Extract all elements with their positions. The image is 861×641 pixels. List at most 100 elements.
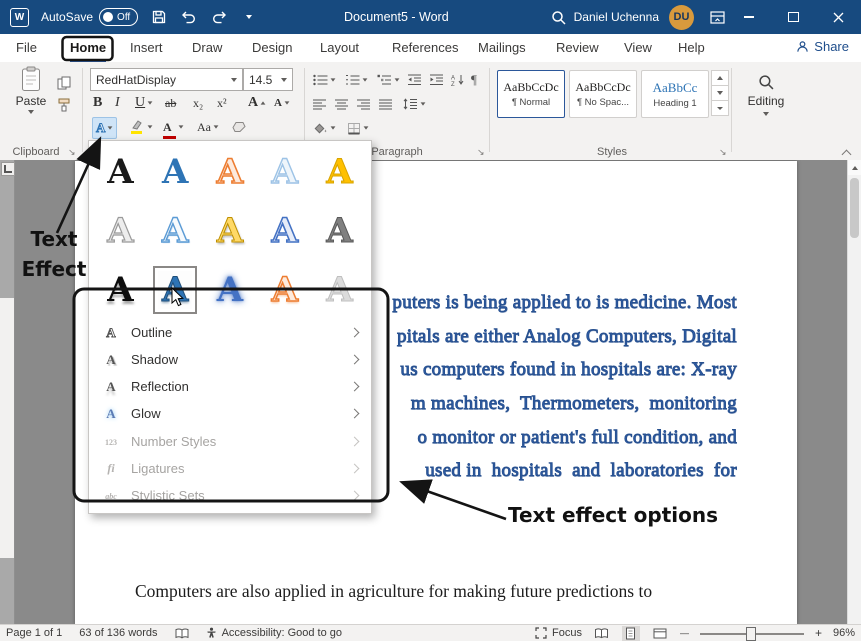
- quick-access-chevron-icon[interactable]: [240, 8, 258, 26]
- tab-review[interactable]: Review: [556, 40, 599, 55]
- share-button[interactable]: Share: [796, 39, 849, 54]
- autosave-toggle[interactable]: AutoSave Off: [41, 8, 138, 26]
- save-icon[interactable]: [150, 8, 168, 26]
- text-effect-option[interactable]: A: [93, 202, 148, 261]
- subscript-button[interactable]: x₂: [190, 93, 206, 113]
- zoom-in-button[interactable]: [815, 626, 822, 640]
- copy-icon[interactable]: [54, 74, 74, 92]
- proofing-icon[interactable]: [175, 628, 189, 639]
- paste-button[interactable]: Paste: [8, 66, 54, 142]
- tab-insert[interactable]: Insert: [130, 40, 163, 55]
- text-effect-option[interactable]: A: [312, 143, 367, 202]
- menu-item-shadow[interactable]: Shadow: [89, 346, 371, 373]
- shrink-font-button[interactable]: A: [271, 93, 293, 113]
- accessibility-status[interactable]: Accessibility: Good to go: [206, 627, 342, 639]
- tab-draw[interactable]: Draw: [192, 40, 222, 55]
- redo-icon[interactable]: [210, 8, 228, 26]
- tab-design[interactable]: Design: [252, 40, 292, 55]
- tab-mailings[interactable]: Mailings: [478, 40, 526, 55]
- zoom-percentage[interactable]: 96%: [833, 627, 855, 639]
- text-effect-option[interactable]: A: [203, 202, 258, 261]
- strikethrough-button[interactable]: ab: [162, 93, 179, 113]
- change-case-button[interactable]: Aa: [194, 117, 222, 137]
- underline-button[interactable]: U: [132, 93, 156, 113]
- page-indicator[interactable]: Page 1 of 1: [6, 627, 62, 639]
- text-effect-option-selected[interactable]: A: [148, 260, 203, 319]
- vertical-scrollbar[interactable]: [847, 160, 861, 625]
- tab-home[interactable]: Home: [70, 40, 106, 62]
- increase-indent-button[interactable]: [426, 70, 447, 90]
- zoom-slider[interactable]: [700, 626, 804, 640]
- styles-gallery-more-icon[interactable]: [711, 100, 729, 116]
- bullets-button[interactable]: [310, 70, 339, 90]
- word-count[interactable]: 63 of 136 words: [79, 627, 157, 639]
- undo-icon[interactable]: [180, 8, 198, 26]
- read-mode-icon[interactable]: [593, 626, 611, 641]
- maximize-button[interactable]: [771, 0, 816, 34]
- align-right-button[interactable]: [354, 94, 374, 114]
- align-center-button[interactable]: [332, 94, 352, 114]
- editing-button[interactable]: Editing: [740, 70, 792, 140]
- scroll-up-icon[interactable]: [848, 160, 861, 175]
- font-size-select[interactable]: 14.5: [243, 68, 293, 91]
- style-no-spacing[interactable]: AaBbCcDc ¶ No Spac...: [569, 70, 637, 118]
- superscript-button[interactable]: x²: [214, 93, 230, 113]
- avatar[interactable]: DU: [669, 5, 694, 30]
- sort-button[interactable]: AZ: [448, 70, 468, 90]
- style-heading-1[interactable]: AaBbCc Heading 1: [641, 70, 709, 118]
- justify-button[interactable]: [376, 94, 396, 114]
- borders-button[interactable]: [344, 118, 372, 138]
- style-normal[interactable]: AaBbCcDc ¶ Normal: [497, 70, 565, 118]
- scrollbar-thum b[interactable]: [850, 178, 859, 238]
- user-name[interactable]: Daniel Uchenna: [574, 10, 659, 24]
- show-paragraph-marks-button[interactable]: ¶: [468, 70, 480, 90]
- bold-button[interactable]: B: [90, 93, 105, 113]
- text-effect-option[interactable]: A: [148, 202, 203, 261]
- tab-help[interactable]: Help: [678, 40, 705, 55]
- text-effects-button[interactable]: A: [92, 117, 117, 139]
- tab-file[interactable]: File: [16, 40, 37, 55]
- format-painter-icon[interactable]: [54, 96, 74, 114]
- collapse-ribbon-icon[interactable]: [843, 147, 850, 161]
- menu-item-glow[interactable]: Glow: [89, 400, 371, 427]
- align-left-button[interactable]: [310, 94, 330, 114]
- clipboard-dialog-launcher[interactable]: ↘: [68, 147, 76, 158]
- text-effect-option[interactable]: A: [257, 202, 312, 261]
- text-effect-option[interactable]: A: [203, 143, 258, 202]
- focus-button[interactable]: Focus: [535, 627, 582, 639]
- close-button[interactable]: [816, 0, 861, 34]
- decrease-indent-button[interactable]: [404, 70, 425, 90]
- font-name-select[interactable]: RedHatDisplay: [90, 68, 243, 91]
- styles-scroll-down-icon[interactable]: [711, 85, 729, 101]
- clear-formatting-button[interactable]: [228, 117, 249, 137]
- text-effect-option[interactable]: A: [312, 202, 367, 261]
- search-icon[interactable]: [550, 8, 568, 26]
- autosave-pill[interactable]: Off: [99, 8, 138, 26]
- menu-item-reflection[interactable]: Reflection: [89, 373, 371, 400]
- styles-dialog-launcher[interactable]: ↘: [719, 147, 727, 158]
- text-effect-option[interactable]: A: [257, 143, 312, 202]
- text-effect-option[interactable]: A: [148, 143, 203, 202]
- word-app-icon[interactable]: W: [10, 8, 29, 27]
- tab-view[interactable]: View: [624, 40, 652, 55]
- text-effect-option[interactable]: A: [93, 260, 148, 319]
- multilevel-list-button[interactable]: [374, 70, 403, 90]
- tab-layout[interactable]: Layout: [320, 40, 359, 55]
- grow-font-button[interactable]: A: [245, 93, 269, 113]
- text-effect-option[interactable]: A: [93, 143, 148, 202]
- shading-button[interactable]: [310, 118, 339, 138]
- menu-item-outline[interactable]: Outline: [89, 319, 371, 346]
- text-effect-option[interactable]: A: [203, 260, 258, 319]
- zoom-out-button[interactable]: [680, 627, 689, 639]
- text-effect-option[interactable]: A: [312, 260, 367, 319]
- italic-button[interactable]: I: [112, 93, 123, 113]
- numbering-button[interactable]: [342, 70, 371, 90]
- minimize-button[interactable]: [726, 0, 771, 34]
- font-color-button[interactable]: A: [160, 117, 187, 137]
- tab-references[interactable]: References: [392, 40, 458, 55]
- ribbon-display-options-icon[interactable]: [708, 8, 726, 26]
- zoom-slider-thumb[interactable]: [746, 627, 756, 641]
- paragraph-dialog-launcher[interactable]: ↘: [477, 147, 485, 158]
- web-layout-icon[interactable]: [651, 626, 669, 641]
- line-spacing-button[interactable]: [400, 94, 429, 114]
